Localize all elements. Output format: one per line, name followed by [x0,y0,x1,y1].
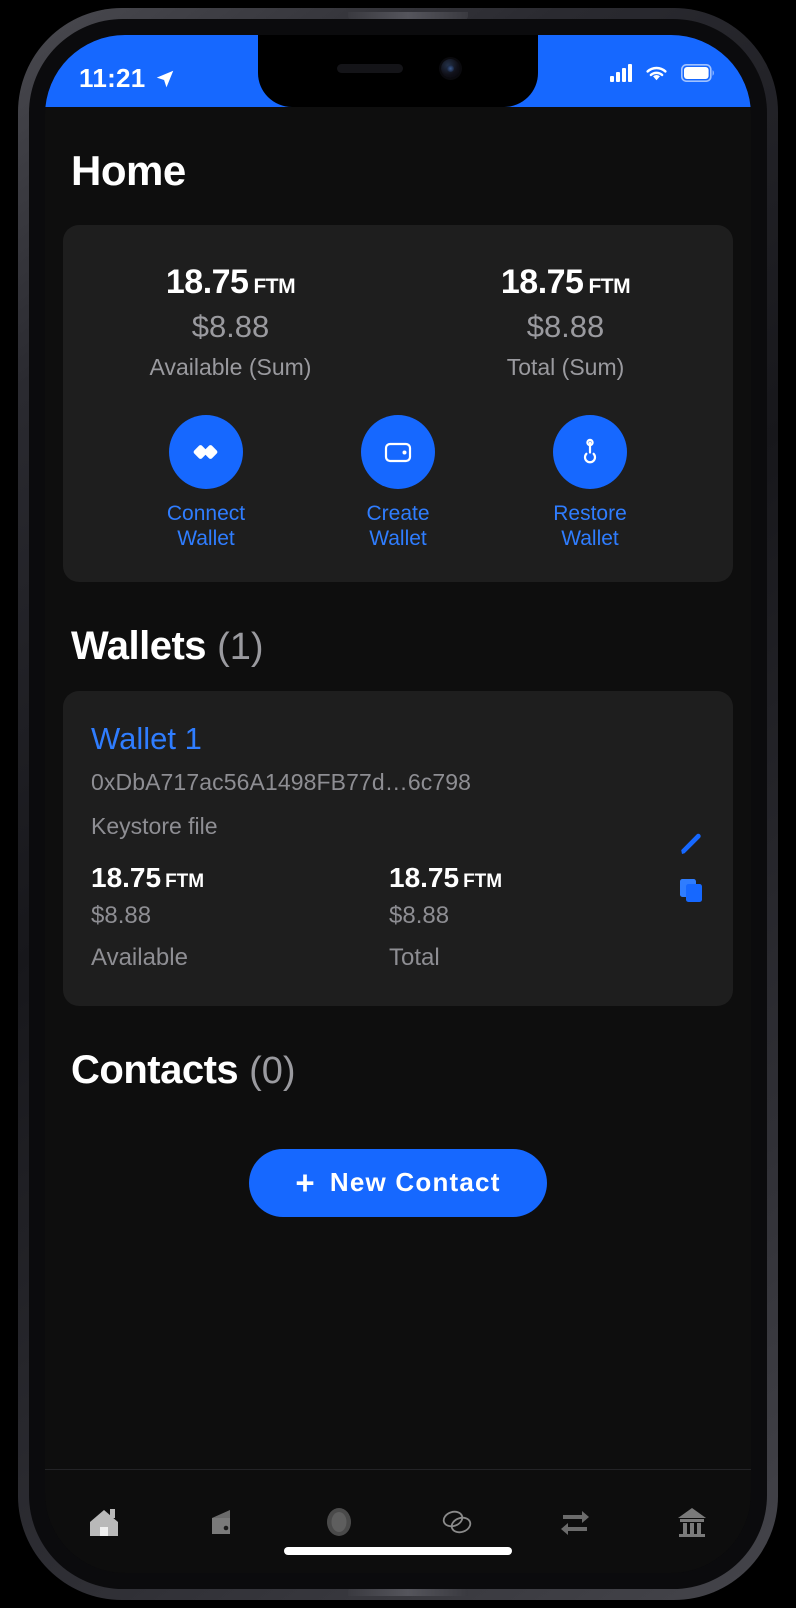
available-amount-unit: FTM [253,275,296,298]
total-amount: 18.75 FTM [398,263,733,302]
wallets-count: (1) [217,625,264,668]
status-bar-clock: 11:21 [79,63,146,93]
earpiece-speaker [336,63,403,73]
frame-antenna-line-bottom [348,1588,468,1596]
contacts-section-header: Contacts (0) [45,1006,751,1093]
sidebar-item-swap[interactable] [516,1470,634,1573]
home-indicator[interactable] [284,1547,512,1555]
restore-wallet-label-line2: Wallet [561,526,619,550]
app-content: Home 18.75 FTM $8.88 Available (Sum) 18.7… [45,107,751,1573]
pencil-edit-icon[interactable] [675,829,707,861]
available-label: Available (Sum) [149,354,312,380]
sidebar-item-home[interactable] [45,1470,163,1573]
contacts-count: (0) [249,1049,296,1092]
status-bar-left: 11:21 [79,63,176,94]
balance-summary-card: 18.75 FTM $8.88 Available (Sum) 18.75 FTM … [63,225,733,582]
total-label: Total (Sum) [506,354,625,380]
coins-icon [442,1510,472,1533]
copy-icon[interactable] [676,875,706,905]
wallet-actions: Connect Wallet Create Wallet Restore Wal… [63,415,733,552]
available-amount-value: 18.75 [165,263,249,301]
wallet-available-label: Available [91,943,188,971]
connect-wallet-icon-circle [169,415,243,489]
connect-wallet-label-line1: Connect [166,502,246,525]
home-icon [89,1508,118,1536]
total-amount-unit: FTM [588,275,631,298]
phone-screen: 11:21 Home 18.75 FTM $8.88 Available (Su… [45,35,751,1573]
screenshot-stage: 11:21 Home 18.75 FTM $8.88 Available (Su… [0,0,796,1608]
create-wallet-icon [384,442,412,463]
wallet-total: 18.75 FTM $8.88 Total [389,862,687,972]
summary-available: 18.75 FTM $8.88 Available (Sum) [63,263,398,381]
location-arrow-icon [156,70,173,87]
create-wallet-label: Create Wallet [338,502,458,552]
swap-arrows-icon [560,1510,589,1535]
wallet-available-fiat: $8.88 [91,901,152,929]
display-notch [258,35,538,107]
create-wallet-label-line1: Create [366,502,430,525]
restore-wallet-button[interactable]: Restore Wallet [530,415,650,552]
wallet-total-unit: FTM [463,870,503,892]
wallet-balances: 18.75 FTM $8.88 Available 18.75 FTM $8.88 … [91,862,705,972]
restore-wallet-label: Restore Wallet [530,502,650,552]
wallet-available: 18.75 FTM $8.88 Available [91,862,389,972]
wallet-total-amount: 18.75 FTM [389,862,687,894]
wallets-section-header: Wallets (1) [45,582,751,669]
cellular-signal-icon [610,64,632,82]
new-contact-button[interactable]: + New Contact [249,1148,547,1217]
wallet-total-fiat: $8.88 [389,901,450,929]
available-amount: 18.75 FTM [63,263,398,302]
connect-wallet-label-line2: Wallet [177,526,235,550]
restore-wallet-label-line1: Restore [553,502,627,525]
available-fiat: $8.88 [191,309,270,344]
wallet-available-value: 18.75 [91,861,162,893]
wallet-card[interactable]: Wallet 1 0xDbA717ac56A1498FB77d…6c798 Ke… [63,690,733,1006]
create-wallet-label-line2: Wallet [369,526,427,550]
wifi-icon [646,66,667,81]
total-fiat: $8.88 [526,309,605,344]
create-wallet-icon-circle [361,415,435,489]
wallet-type: Keystore file [91,812,218,839]
status-bar-right [610,63,717,83]
sidebar-item-governance[interactable] [633,1470,751,1573]
wallet-total-value: 18.75 [389,861,460,893]
wallet-available-amount: 18.75 FTM [91,862,389,894]
wallet-available-unit: FTM [165,870,205,892]
restore-wallet-icon [583,438,597,464]
wallet-address: 0xDbA717ac56A1498FB77d…6c798 [91,768,472,795]
wallet-name[interactable]: Wallet 1 [91,721,705,757]
new-contact-label: New Contact [329,1167,501,1198]
wallet-card-actions [675,829,707,905]
bank-icon [678,1507,707,1537]
battery-icon [681,64,714,82]
restore-wallet-icon-circle [553,415,627,489]
tab-bar [45,1469,751,1573]
summary-amount-row: 18.75 FTM $8.88 Available (Sum) 18.75 FTM … [63,263,733,381]
sidebar-item-staking[interactable] [398,1470,516,1573]
wallet-icon [211,1509,230,1534]
new-contact-wrap: + New Contact [45,1148,751,1217]
wallets-title: Wallets [71,623,207,668]
connect-wallet-button[interactable]: Connect Wallet [146,415,266,552]
connect-wallet-icon [193,445,218,459]
wallet-total-label: Total [389,943,440,971]
front-camera [440,58,460,78]
page-title: Home [71,147,186,194]
contacts-title: Contacts [71,1047,239,1092]
plus-icon: + [295,1164,316,1202]
connect-wallet-label: Connect Wallet [146,502,266,552]
token-icon [327,1507,352,1536]
total-amount-value: 18.75 [500,263,584,301]
summary-total: 18.75 FTM $8.88 Total (Sum) [398,263,733,381]
status-bar: 11:21 [45,35,751,107]
create-wallet-button[interactable]: Create Wallet [338,415,458,552]
sidebar-item-token[interactable] [280,1470,398,1573]
sidebar-item-wallet[interactable] [163,1470,281,1573]
